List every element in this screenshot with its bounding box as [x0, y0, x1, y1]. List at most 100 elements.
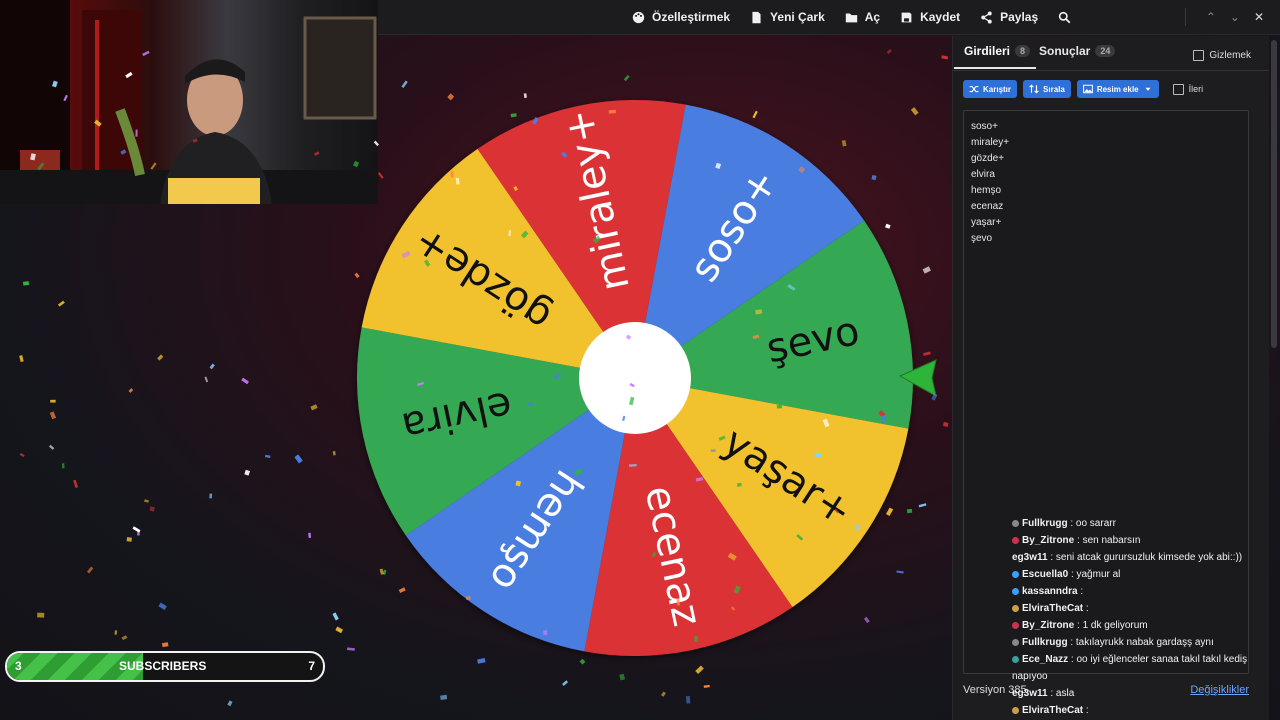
- tab-entries-label: Girdileri: [964, 44, 1011, 58]
- chat-text: :: [1080, 586, 1084, 597]
- confetti-piece: [144, 499, 149, 503]
- confetti-piece: [562, 680, 569, 686]
- streamer-camera-image: [0, 0, 378, 204]
- chat-username: kassanndra: [1022, 586, 1078, 597]
- chevron-up-icon[interactable]: ⌃: [1206, 10, 1216, 24]
- document-icon: [752, 11, 761, 23]
- confetti-piece: [332, 612, 339, 621]
- sort-button[interactable]: Sırala: [1023, 80, 1071, 98]
- confetti-piece: [204, 376, 209, 383]
- entries-list: soso+ miraley+ gözde+ elvira hemşo ecena…: [964, 111, 1248, 247]
- shuffle-label: Karıştır: [983, 84, 1012, 94]
- page-scrollbar[interactable]: [1271, 40, 1277, 348]
- chat-username: ElviraTheCat: [1022, 603, 1084, 614]
- chat-message: kassanndra :: [1012, 583, 1274, 600]
- confetti-piece: [227, 700, 233, 707]
- confetti-piece: [335, 626, 343, 634]
- open-button[interactable]: Aç: [845, 10, 880, 24]
- chat-username: Fullkrugg: [1022, 637, 1068, 648]
- new-wheel-label: Yeni Çark: [770, 10, 825, 24]
- chat-text: :: [1085, 603, 1089, 614]
- sort-label: Sırala: [1043, 84, 1065, 94]
- entry-line: miraley+: [971, 137, 1010, 148]
- confetti-piece: [61, 463, 65, 469]
- confetti-piece: [37, 612, 45, 618]
- hide-checkbox[interactable]: Gizlemek: [1193, 50, 1251, 61]
- customize-label: Özelleştirmek: [652, 10, 731, 24]
- entries-toolbar: Karıştır Sırala Resim ekle İleri: [963, 80, 1203, 98]
- entry-line: şevo: [971, 233, 993, 244]
- confetti-piece: [149, 506, 155, 512]
- confetti-piece: [941, 55, 949, 60]
- save-button[interactable]: Kaydet: [900, 10, 960, 24]
- tab-results-count: 24: [1095, 45, 1116, 57]
- save-label: Kaydet: [920, 10, 961, 24]
- chat-text: : 1 dk geliyorum: [1077, 620, 1148, 631]
- confetti-piece: [157, 354, 164, 361]
- chat-message: eg3w11 : asla: [1012, 685, 1274, 702]
- wheel-pointer-arrow: [898, 359, 937, 397]
- entry-line: gözde+: [971, 153, 1005, 164]
- tab-entries[interactable]: Girdileri 8: [953, 44, 1037, 69]
- tab-results[interactable]: Sonuçlar 24: [1039, 44, 1116, 58]
- chat-username: Escuella0: [1022, 569, 1069, 580]
- hide-label: Gizlemek: [1209, 50, 1251, 61]
- wheel-graphic[interactable]: şevoyaşar+ecenazhemşoelviragözde+miraley…: [355, 98, 915, 658]
- wheel-center-hub[interactable]: [579, 322, 691, 434]
- chat-username: Ece_Nazz: [1022, 654, 1069, 665]
- tab-entries-count: 8: [1015, 45, 1031, 57]
- badge-icon: [1012, 706, 1019, 714]
- chat-text: : oo sararr: [1070, 518, 1116, 529]
- chat-text: : asla: [1050, 688, 1075, 699]
- chat-message: eg3w11 : seni atcak gurursuzluk kimsede …: [1012, 549, 1274, 566]
- spin-wheel[interactable]: şevo yaşar+ ecenaz hemşo elvira gözde+ miraley…: [355, 98, 915, 658]
- chat-message: ElviraTheCat :: [1012, 600, 1274, 617]
- confetti-piece: [579, 658, 586, 665]
- confetti-piece: [401, 80, 408, 89]
- shuffle-button[interactable]: Karıştır: [963, 80, 1018, 98]
- confetti-piece: [264, 454, 271, 458]
- confetti-piece: [137, 531, 140, 536]
- confetti-piece: [128, 388, 134, 393]
- confetti-piece: [22, 281, 30, 286]
- chat-message: Escuella0 : yağmur al: [1012, 566, 1274, 583]
- confetti-piece: [57, 300, 65, 307]
- advanced-checkbox[interactable]: İleri: [1172, 83, 1203, 95]
- checkbox-icon[interactable]: [1172, 83, 1184, 95]
- confetti-piece: [158, 602, 167, 610]
- divider: [1185, 8, 1186, 26]
- chevron-down-icon[interactable]: ⌄: [1230, 10, 1240, 24]
- confetti-piece: [310, 404, 318, 411]
- badge-icon: [1012, 587, 1019, 595]
- confetti-piece: [703, 684, 710, 688]
- confetti-piece: [19, 452, 25, 458]
- confetti-piece: [923, 351, 931, 356]
- confetti-piece: [121, 635, 128, 641]
- confetti-piece: [161, 642, 169, 648]
- checkbox-icon[interactable]: [1193, 50, 1205, 61]
- add-image-button[interactable]: Resim ekle: [1076, 80, 1159, 98]
- confetti-piece: [661, 691, 666, 697]
- chat-username: By_Zitrone: [1022, 535, 1075, 546]
- badge-icon: [1012, 604, 1019, 612]
- add-image-label: Resim ekle: [1096, 84, 1139, 94]
- sort-icon: [1029, 84, 1039, 94]
- subscribers-goal-bar: 3 SUBSCRIBERS 7: [5, 651, 325, 682]
- chat-username: eg3w11: [1012, 688, 1048, 699]
- folder-icon: [845, 12, 857, 22]
- confetti-piece: [685, 696, 691, 704]
- close-icon[interactable]: ✕: [1254, 10, 1264, 24]
- chat-message: By_Zitrone : 1 dk geliyorum: [1012, 617, 1274, 634]
- subscribers-label: SUBSCRIBERS: [119, 659, 207, 673]
- confetti-piece: [695, 665, 704, 675]
- new-wheel-button[interactable]: Yeni Çark: [750, 10, 825, 24]
- customize-button[interactable]: Özelleştirmek: [632, 10, 730, 24]
- badge-icon: [1012, 655, 1019, 663]
- share-button[interactable]: Paylaş: [980, 10, 1038, 24]
- subscribers-goal: 7: [308, 659, 315, 673]
- share-label: Paylaş: [1000, 10, 1039, 24]
- search-button[interactable]: [1058, 11, 1071, 24]
- confetti-piece: [132, 526, 141, 533]
- confetti-piece: [619, 673, 626, 681]
- badge-icon: [1012, 536, 1019, 544]
